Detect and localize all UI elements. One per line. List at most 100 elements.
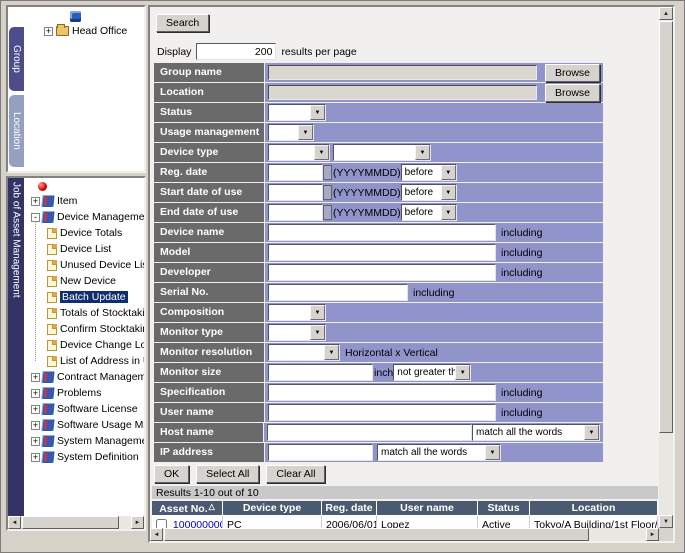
nav-item-software-license[interactable]: + Software License: [24, 401, 144, 417]
expander-plus-icon[interactable]: +: [44, 27, 53, 36]
host-name-match-select[interactable]: match all the words ▼: [472, 424, 600, 441]
reg-date-compare-select[interactable]: before ▼: [401, 164, 457, 181]
vertical-scrollbar[interactable]: ▲ ▼: [659, 7, 673, 528]
chevron-down-icon[interactable]: ▼: [485, 445, 500, 460]
horizontal-scrollbar[interactable]: ◄ ►: [150, 528, 659, 541]
scroll-up-button[interactable]: ▲: [659, 7, 673, 20]
end-date-compare-select[interactable]: before ▼: [401, 204, 457, 221]
date-picker-button[interactable]: [323, 185, 332, 200]
form-row-status: Status ▼: [154, 103, 603, 122]
scroll-left-button[interactable]: ◄: [150, 528, 163, 541]
start-date-input[interactable]: [268, 184, 323, 201]
chevron-down-icon[interactable]: ▼: [441, 205, 456, 220]
nav-item-software-usage-management[interactable]: + Software Usage Managem: [24, 417, 144, 433]
expander-plus-icon[interactable]: +: [31, 405, 40, 414]
scrollbar-thumb[interactable]: [22, 516, 119, 529]
composition-select[interactable]: ▼: [268, 304, 326, 321]
expander-plus-icon[interactable]: +: [31, 389, 40, 398]
column-header-reg-date[interactable]: Reg. date: [322, 501, 377, 515]
nav-item-system-management[interactable]: + System Management: [24, 433, 144, 449]
chevron-down-icon[interactable]: ▼: [310, 325, 325, 340]
column-header-asset-no[interactable]: Asset No.△: [152, 501, 223, 515]
nav-item-problems[interactable]: + Problems: [24, 385, 144, 401]
ip-address-match-select[interactable]: match all the words ▼: [377, 444, 501, 461]
specification-input[interactable]: [268, 384, 496, 401]
clear-all-button[interactable]: Clear All: [266, 465, 325, 483]
expander-plus-icon[interactable]: +: [31, 437, 40, 446]
reg-date-input[interactable]: [268, 164, 323, 181]
chevron-down-icon[interactable]: ▼: [310, 105, 325, 120]
nav-item-device-change-log[interactable]: Device Change Log: [24, 337, 144, 353]
column-header-location[interactable]: Location: [530, 501, 658, 515]
select-all-button[interactable]: Select All: [196, 465, 259, 483]
nav-item-contract-management[interactable]: + Contract Management: [24, 369, 144, 385]
ok-button[interactable]: OK: [154, 465, 189, 483]
scroll-right-button[interactable]: ►: [131, 516, 144, 529]
scrollbar-thumb[interactable]: [164, 528, 589, 541]
chevron-down-icon[interactable]: ▼: [441, 185, 456, 200]
nav-item-device-list[interactable]: Device List: [24, 241, 144, 257]
monitor-resolution-select[interactable]: ▼: [268, 344, 340, 361]
field-value-cell: inch not greater than ▼: [265, 363, 603, 382]
date-picker-button[interactable]: [323, 165, 332, 180]
end-date-input[interactable]: [268, 204, 323, 221]
date-picker-button[interactable]: [323, 205, 332, 220]
scroll-down-button[interactable]: ▼: [659, 515, 673, 528]
nav-item-confirm-stocktaking[interactable]: Confirm Stocktaking D: [24, 321, 144, 337]
chevron-down-icon[interactable]: ▼: [455, 365, 470, 380]
form-row-monitor-resolution: Monitor resolution ▼ Horizontal x Vertic…: [154, 343, 603, 362]
column-header-device-type[interactable]: Device type: [223, 501, 322, 515]
expander-plus-icon[interactable]: +: [31, 421, 40, 430]
chevron-down-icon[interactable]: ▼: [324, 345, 339, 360]
field-label: Location: [154, 83, 264, 102]
book-icon: [41, 387, 54, 399]
nav-item-totals-of-stocktaking[interactable]: Totals of Stocktaking-U: [24, 305, 144, 321]
expander-plus-icon[interactable]: +: [31, 453, 40, 462]
chevron-down-icon[interactable]: ▼: [584, 425, 599, 440]
developer-input[interactable]: [268, 264, 496, 281]
nav-item-device-management[interactable]: - Device Management: [24, 209, 144, 225]
nav-item-system-definition[interactable]: + System Definition: [24, 449, 144, 465]
browse-button[interactable]: Browse: [545, 84, 600, 102]
user-name-input[interactable]: [268, 404, 496, 421]
column-header-status[interactable]: Status: [478, 501, 530, 515]
serial-no-input[interactable]: [268, 284, 408, 301]
model-input[interactable]: [268, 244, 496, 261]
host-name-input[interactable]: [267, 424, 472, 441]
unit-label: inch: [374, 367, 393, 379]
nav-item-batch-update[interactable]: Batch Update: [24, 289, 144, 305]
start-date-compare-select[interactable]: before ▼: [401, 184, 457, 201]
search-button[interactable]: Search: [156, 14, 209, 32]
nav-item-item[interactable]: + Item: [24, 193, 144, 209]
tree-node-head-office[interactable]: + Head Office: [26, 25, 127, 37]
scroll-right-button[interactable]: ►: [646, 528, 659, 541]
expander-plus-icon[interactable]: +: [31, 373, 40, 382]
browse-button[interactable]: Browse: [545, 64, 600, 82]
usage-management-select[interactable]: ▼: [268, 124, 314, 141]
scroll-left-button[interactable]: ◄: [8, 516, 21, 529]
nav-item-unused-device-list[interactable]: Unused Device List: [24, 257, 144, 273]
chevron-down-icon[interactable]: ▼: [310, 305, 325, 320]
tab-group[interactable]: Group: [9, 27, 24, 91]
expander-plus-icon[interactable]: +: [31, 197, 40, 206]
monitor-size-compare-select[interactable]: not greater than ▼: [393, 364, 471, 381]
chevron-down-icon[interactable]: ▼: [441, 165, 456, 180]
monitor-size-input[interactable]: [268, 364, 373, 381]
scrollbar-thumb[interactable]: [659, 21, 673, 433]
nav-item-new-device[interactable]: New Device: [24, 273, 144, 289]
results-per-page-input[interactable]: [196, 43, 276, 60]
chevron-down-icon[interactable]: ▼: [415, 145, 430, 160]
nav-item-device-totals[interactable]: Device Totals: [24, 225, 144, 241]
device-subtype-select[interactable]: ▼: [333, 144, 431, 161]
nav-horizontal-scrollbar[interactable]: ◄ ►: [8, 516, 144, 529]
status-select[interactable]: ▼: [268, 104, 326, 121]
device-type-select[interactable]: ▼: [268, 144, 330, 161]
tab-location[interactable]: Location: [9, 95, 24, 167]
monitor-type-select[interactable]: ▼: [268, 324, 326, 341]
nav-item-list-of-address-in-use[interactable]: List of Address in Use: [24, 353, 144, 369]
device-name-input[interactable]: [268, 224, 496, 241]
chevron-down-icon[interactable]: ▼: [314, 145, 329, 160]
ip-address-input[interactable]: [268, 444, 373, 461]
chevron-down-icon[interactable]: ▼: [298, 125, 313, 140]
column-header-user-name[interactable]: User name: [377, 501, 478, 515]
